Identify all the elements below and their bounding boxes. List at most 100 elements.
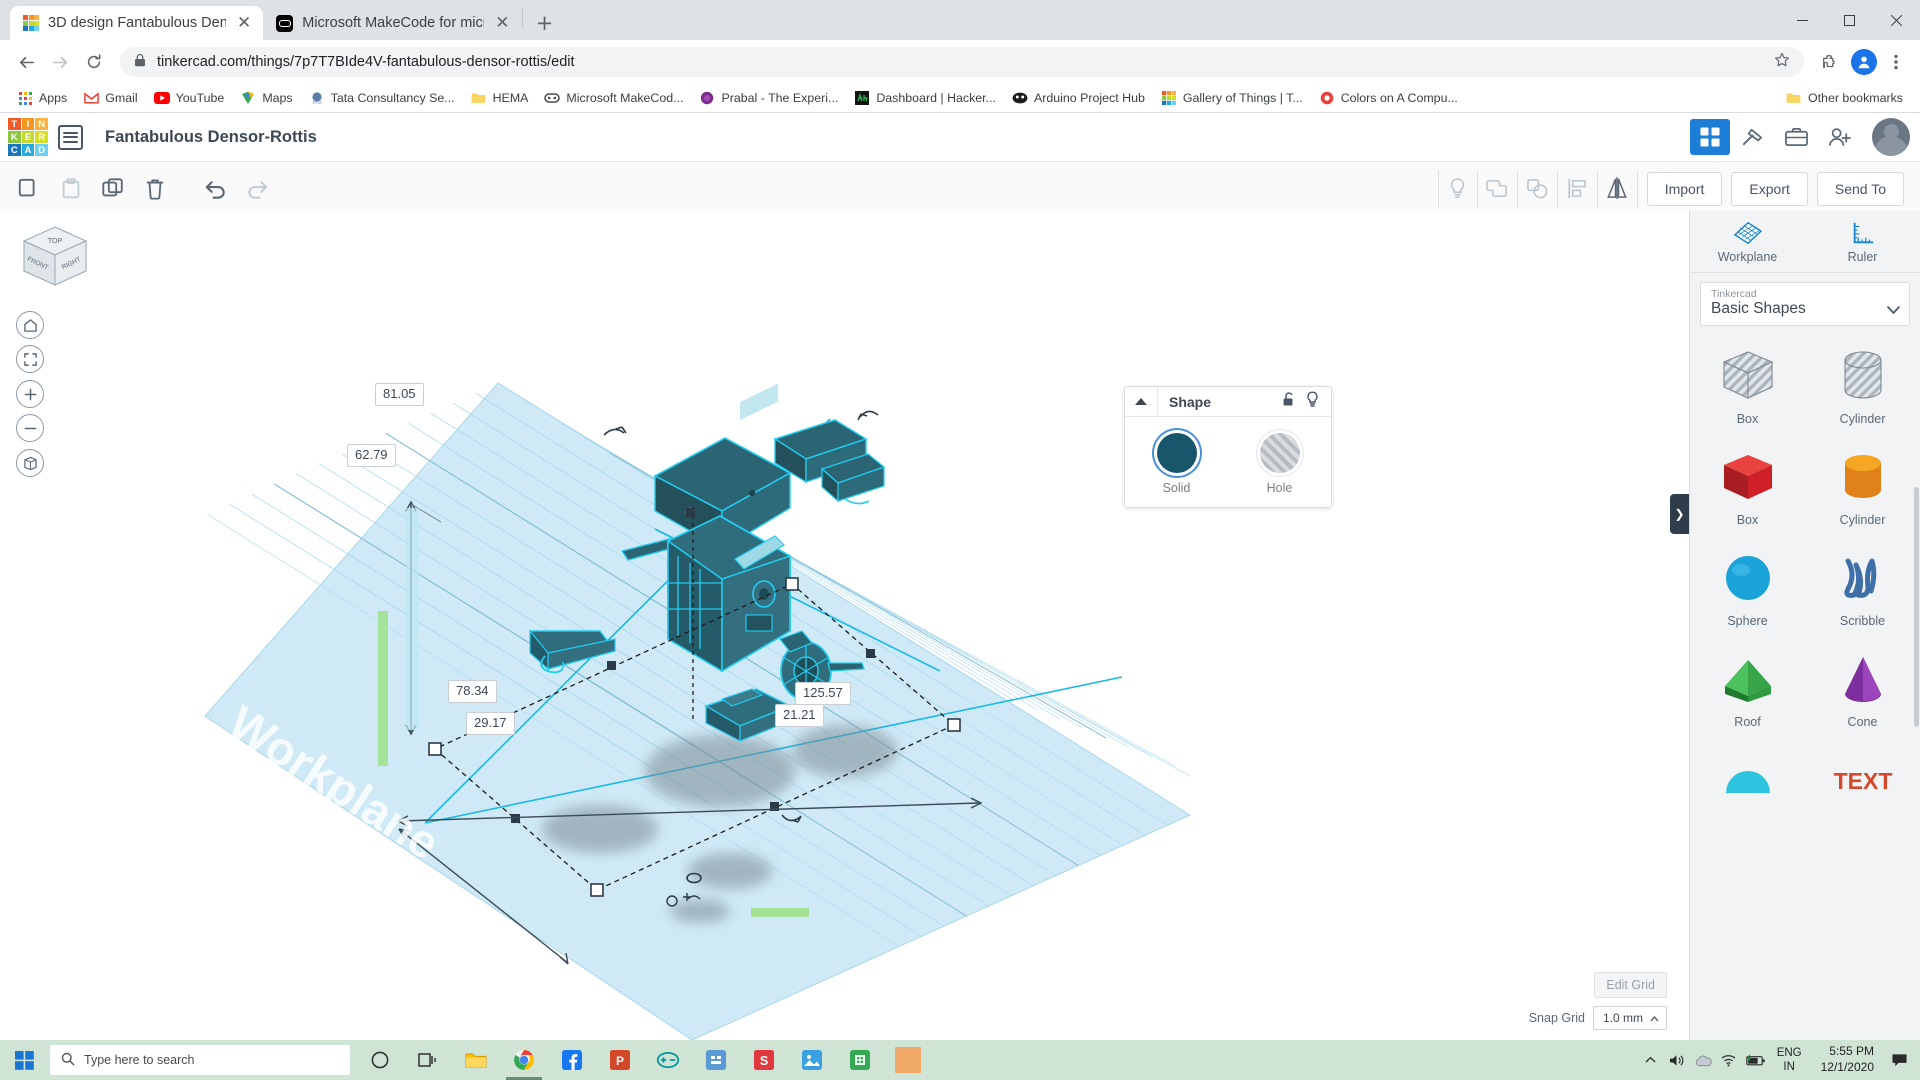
zoom-out-button[interactable] — [16, 414, 44, 442]
taskbar-search-input[interactable]: Type here to search — [50, 1045, 350, 1075]
kebab-menu-icon[interactable] — [1882, 48, 1910, 76]
3d-canvas[interactable]: Workplane TOP FRONT RIGHT 81.05 62.79 78… — [0, 211, 1920, 1040]
ruler-tool[interactable]: Ruler — [1805, 211, 1920, 272]
shape-scribble[interactable]: Scribble — [1805, 539, 1920, 637]
shape-cone[interactable]: Cone — [1805, 640, 1920, 738]
shape-partial-sphere[interactable] — [1690, 741, 1805, 825]
unlock-icon[interactable] — [1281, 391, 1297, 413]
bookmark-maps[interactable]: Maps — [233, 87, 299, 109]
shape-library-dropdown[interactable]: Tinkercad Basic Shapes — [1700, 282, 1910, 326]
file-explorer-button[interactable] — [452, 1040, 500, 1080]
tray-chevron-icon[interactable] — [1638, 1040, 1664, 1080]
reload-button[interactable] — [78, 46, 110, 78]
bookmark-gallery-things[interactable]: Gallery of Things | T... — [1154, 87, 1310, 109]
windows-start-button[interactable] — [0, 1040, 48, 1080]
tinkercad-logo[interactable]: TIN KER CAD — [8, 118, 48, 156]
hole-option[interactable]: Hole — [1228, 433, 1331, 495]
profile-avatar-icon[interactable] — [1848, 46, 1880, 78]
close-window-button[interactable] — [1873, 0, 1920, 40]
notification-icon[interactable] — [1884, 1040, 1914, 1080]
network-icon[interactable] — [1716, 1040, 1742, 1080]
dimension-label-depth-2[interactable]: 29.17 — [466, 712, 515, 735]
ungroup-shapes-icon[interactable] — [1518, 169, 1558, 208]
workplane-scene[interactable]: Workplane — [0, 211, 1345, 1040]
duplicate-button[interactable] — [92, 169, 134, 209]
back-button[interactable] — [10, 46, 42, 78]
volume-icon[interactable] — [1664, 1040, 1690, 1080]
paste-button[interactable] — [50, 169, 92, 209]
bookmark-gmail[interactable]: Gmail — [76, 87, 144, 109]
mirror-icon[interactable] — [1598, 169, 1638, 208]
delete-button[interactable] — [134, 169, 176, 209]
learn-icon[interactable] — [1774, 118, 1818, 156]
bookmark-hackster[interactable]: Dashboard | Hacker... — [847, 87, 1003, 109]
close-tab-icon[interactable]: ✕ — [495, 14, 509, 32]
panel-scrollbar[interactable] — [1914, 487, 1919, 727]
shape-cylinder-orange[interactable]: Cylinder — [1805, 438, 1920, 536]
bookmark-colors[interactable]: Colors on A Compu... — [1312, 87, 1465, 109]
shape-box-hole[interactable]: Box — [1690, 337, 1805, 435]
dimension-label-height-2[interactable]: 62.79 — [347, 444, 396, 467]
minimize-window-button[interactable] — [1779, 0, 1826, 40]
other-bookmarks-button[interactable]: Other bookmarks — [1779, 87, 1910, 109]
shape-sphere[interactable]: Sphere — [1690, 539, 1805, 637]
light-bulb-icon[interactable] — [1437, 169, 1478, 208]
shape-cylinder-hole[interactable]: Cylinder — [1805, 337, 1920, 435]
close-tab-icon[interactable]: ✕ — [237, 14, 251, 32]
edit-grid-button[interactable]: Edit Grid — [1594, 972, 1667, 998]
shape-text[interactable]: TEXT — [1805, 741, 1920, 825]
address-bar[interactable]: tinkercad.com/things/7p7T7BIde4V-fantabu… — [120, 47, 1804, 77]
active-window-button[interactable] — [884, 1040, 932, 1080]
language-indicator[interactable]: ENG IN — [1768, 1046, 1811, 1075]
dimension-label-width-2[interactable]: 21.21 — [775, 704, 824, 727]
add-user-icon[interactable] — [1818, 118, 1862, 156]
undo-button[interactable] — [194, 169, 236, 209]
bookmark-makecode[interactable]: Microsoft MakeCod... — [537, 87, 690, 109]
new-tab-button[interactable]: + — [531, 9, 559, 37]
maximize-window-button[interactable] — [1826, 0, 1873, 40]
fit-view-button[interactable] — [16, 345, 44, 373]
taskbar-clock[interactable]: 5:55 PM 12/1/2020 — [1811, 1044, 1884, 1075]
collapse-caret-icon[interactable] — [1125, 387, 1158, 416]
send-to-button[interactable]: Send To — [1816, 171, 1904, 206]
chrome-button[interactable] — [500, 1040, 548, 1080]
bookmark-hema[interactable]: HEMA — [464, 87, 536, 109]
design-grid-icon[interactable] — [1690, 119, 1730, 155]
star-icon[interactable] — [1774, 52, 1790, 72]
shape-box-red[interactable]: Box — [1690, 438, 1805, 536]
forward-button[interactable] — [44, 46, 76, 78]
avatar[interactable] — [1872, 118, 1910, 156]
dimension-label-width-1[interactable]: 125.57 — [795, 682, 851, 705]
group-shapes-icon[interactable] — [1478, 169, 1518, 208]
workplane-tool[interactable]: Workplane — [1690, 211, 1805, 272]
redo-button[interactable] — [236, 169, 278, 209]
collapse-panel-button[interactable]: ❯ — [1670, 494, 1689, 534]
shape-roof[interactable]: Roof — [1690, 640, 1805, 738]
powerpoint-button[interactable]: P — [596, 1040, 644, 1080]
photos-button[interactable] — [788, 1040, 836, 1080]
zoom-in-button[interactable] — [16, 380, 44, 408]
arduino-button[interactable] — [644, 1040, 692, 1080]
bookmark-tata[interactable]: TATA Tata Consultancy Se... — [302, 87, 462, 109]
extensions-icon[interactable] — [1814, 46, 1846, 78]
makecode-button[interactable] — [692, 1040, 740, 1080]
onedrive-icon[interactable] — [1690, 1040, 1716, 1080]
browser-tab-inactive[interactable]: Microsoft MakeCode for micro:bi ✕ — [263, 6, 522, 40]
bookmark-prabal[interactable]: Prabal - The Experi... — [692, 87, 845, 109]
export-button[interactable]: Export — [1731, 171, 1808, 206]
view-cube[interactable]: TOP FRONT RIGHT — [18, 223, 93, 295]
facebook-button[interactable] — [548, 1040, 596, 1080]
import-button[interactable]: Import — [1646, 171, 1723, 206]
codeblocks-icon[interactable] — [1730, 118, 1774, 156]
project-list-icon[interactable] — [58, 124, 83, 150]
snap-grid-select[interactable]: 1.0 mm — [1592, 1006, 1667, 1030]
home-view-button[interactable] — [16, 311, 44, 339]
align-icon[interactable] — [1558, 169, 1598, 208]
task-view-button[interactable] — [404, 1040, 452, 1080]
orthographic-toggle-button[interactable] — [16, 449, 44, 477]
cortana-button[interactable] — [356, 1040, 404, 1080]
dimension-label-height-1[interactable]: 81.05 — [375, 383, 424, 406]
bookmark-youtube[interactable]: YouTube — [147, 87, 232, 109]
dimension-label-depth-1[interactable]: 78.34 — [448, 680, 497, 703]
bookmark-apps[interactable]: Apps — [10, 87, 74, 109]
